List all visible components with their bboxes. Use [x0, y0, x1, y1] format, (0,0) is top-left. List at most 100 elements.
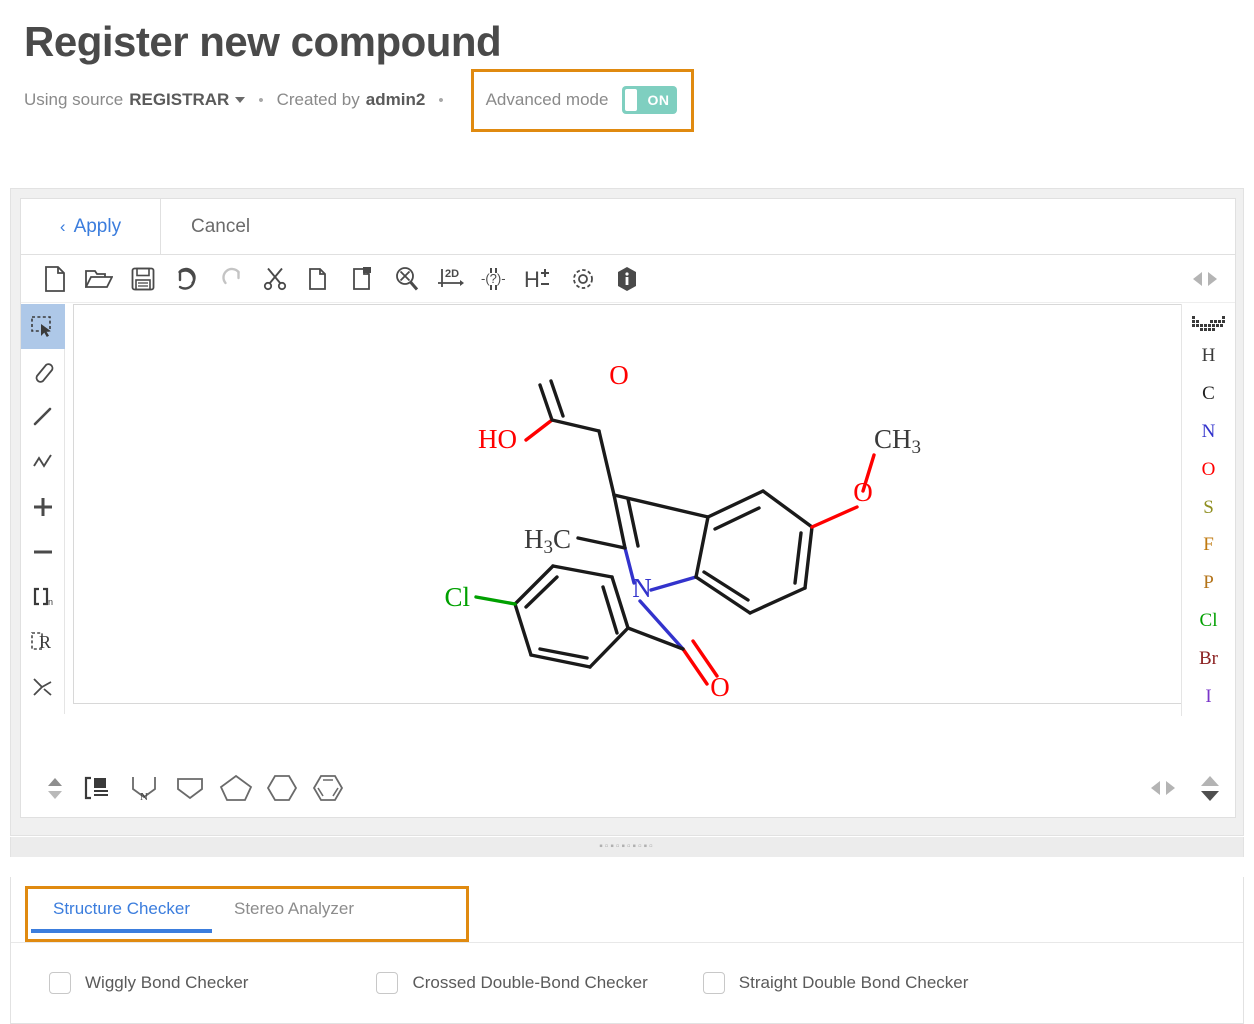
apply-button-label: Apply	[74, 216, 122, 238]
tab-stereo-analyzer[interactable]: Stereo Analyzer	[212, 891, 376, 933]
repeating-unit-tool[interactable]: n	[21, 574, 65, 619]
undo-icon[interactable]	[165, 259, 209, 299]
element-button-cl[interactable]: Cl	[1182, 602, 1236, 640]
scroll-left-arrow-icon[interactable]	[1193, 272, 1202, 286]
cyclohexane-ring-tool[interactable]	[259, 766, 305, 810]
separator-dot-2: •	[438, 92, 443, 109]
clean-2d-icon[interactable]: 2D	[429, 259, 473, 299]
active-tab-indicator	[31, 929, 212, 933]
structure-editor-panel: ‹ Apply Cancel	[10, 188, 1244, 836]
checkbox-label: Straight Double Bond Checker	[739, 973, 969, 993]
atom-label-h3c: H3C	[524, 524, 571, 558]
clean-magnifier-icon[interactable]	[385, 259, 429, 299]
settings-gear-icon[interactable]	[561, 259, 605, 299]
periodic-table-icon[interactable]	[1192, 310, 1226, 337]
chain-tool[interactable]	[21, 439, 65, 484]
resize-grip-dots: ▪▫▪▫▪▫▪▫▪▫	[599, 843, 654, 851]
r-group-tool[interactable]: R	[21, 619, 65, 664]
scroll-up-arrow-icon[interactable]	[1201, 776, 1219, 786]
separator-dot: •	[258, 92, 263, 109]
spinner-down-arrow-icon[interactable]	[48, 791, 62, 799]
element-button-i[interactable]: I	[1182, 678, 1236, 716]
checkbox-label: Wiggly Bond Checker	[85, 973, 248, 993]
molecule-canvas[interactable]: O HO H3C N CH3 O O Cl	[73, 304, 1183, 704]
cyclopentane-ring-tool[interactable]	[213, 766, 259, 810]
editor-action-bar: ‹ Apply Cancel	[21, 199, 1235, 255]
redo-icon[interactable]	[209, 259, 253, 299]
indomethacin-structure: O HO H3C N CH3 O O Cl	[74, 305, 1183, 704]
element-label: P	[1203, 572, 1214, 594]
element-button-f[interactable]: F	[1182, 526, 1236, 564]
element-button-n[interactable]: N	[1182, 413, 1236, 451]
element-label: C	[1202, 383, 1215, 405]
element-label: F	[1203, 534, 1214, 556]
cyclobutane-ring-tool[interactable]	[167, 766, 213, 810]
tab-structure-checker[interactable]: Structure Checker	[31, 891, 212, 933]
vertical-scroll-arrows	[1201, 776, 1219, 801]
advanced-mode-toggle[interactable]: ON	[622, 86, 677, 114]
element-label: N	[1202, 421, 1216, 443]
cut-scissors-icon[interactable]	[253, 259, 297, 299]
pyrrole-ring-tool[interactable]: N	[121, 766, 167, 810]
template-library-icon[interactable]	[75, 766, 121, 810]
save-disk-icon[interactable]	[121, 259, 165, 299]
new-file-icon[interactable]	[33, 259, 77, 299]
atom-label-carbonyl-o: O	[609, 360, 629, 390]
element-button-o[interactable]: O	[1182, 451, 1236, 489]
decrease-charge-tool[interactable]	[21, 529, 65, 574]
paste-icon[interactable]	[341, 259, 385, 299]
apply-button[interactable]: ‹ Apply	[21, 199, 161, 255]
created-by-value: admin2	[366, 90, 426, 110]
scroll-down-arrow-icon[interactable]	[1201, 791, 1219, 801]
element-button-c[interactable]: C	[1182, 375, 1236, 413]
info-icon[interactable]	[605, 259, 649, 299]
scroll-right-arrow-icon[interactable]	[1208, 272, 1217, 286]
checker-tabs: Structure Checker Stereo Analyzer	[31, 891, 376, 933]
cancel-button[interactable]: Cancel	[161, 199, 280, 255]
open-folder-icon[interactable]	[77, 259, 121, 299]
checkbox-icon[interactable]	[376, 972, 398, 994]
add-remove-explicit-icon[interactable]: -(?)-	[473, 259, 517, 299]
advanced-mode-highlight: Advanced mode ON	[471, 69, 695, 132]
template-spinner[interactable]	[35, 778, 75, 799]
element-button-br[interactable]: Br	[1182, 640, 1236, 678]
created-by-label: Created by	[277, 90, 360, 110]
toggle-state-label: ON	[647, 92, 669, 108]
copy-icon[interactable]	[297, 259, 341, 299]
checkbox-straight-double-bond-checker[interactable]: Straight Double Bond Checker	[703, 972, 969, 994]
single-bond-tool[interactable]	[21, 394, 65, 439]
atom-label-n: N	[632, 573, 652, 603]
element-button-s[interactable]: S	[1182, 489, 1236, 527]
tab-label: Stereo Analyzer	[234, 899, 354, 918]
checker-options-row: Wiggly Bond Checker Crossed Double-Bond …	[11, 943, 1243, 1023]
checkbox-wiggly-bond-checker[interactable]: Wiggly Bond Checker	[49, 972, 248, 994]
checkbox-crossed-double-bond-checker[interactable]: Crossed Double-Bond Checker	[376, 972, 647, 994]
scroll-right-arrow-icon[interactable]	[1166, 781, 1175, 795]
editor-toolbar: 2D -(?)- H	[21, 255, 1235, 303]
svg-text:R: R	[39, 632, 51, 652]
benzene-ring-tool[interactable]	[305, 766, 351, 810]
svg-text:N: N	[140, 791, 148, 803]
element-label: Cl	[1200, 610, 1218, 632]
checker-panel: Structure Checker Stereo Analyzer Wiggly…	[10, 877, 1244, 1024]
rectangle-select-tool[interactable]	[21, 304, 65, 349]
chevron-down-icon[interactable]	[235, 97, 245, 103]
scroll-left-arrow-icon[interactable]	[1151, 781, 1160, 795]
element-button-p[interactable]: P	[1182, 564, 1236, 602]
eraser-tool[interactable]	[21, 349, 65, 394]
element-label: S	[1203, 497, 1214, 519]
svg-text:-(?)-: -(?)-	[481, 271, 506, 286]
advanced-mode-label: Advanced mode	[486, 90, 609, 110]
attachment-point-tool[interactable]	[21, 664, 65, 709]
increase-charge-tool[interactable]	[21, 484, 65, 529]
hydrogen-toggle-icon[interactable]: H	[517, 259, 561, 299]
spinner-up-arrow-icon[interactable]	[48, 778, 62, 786]
resize-handle[interactable]: ▪▫▪▫▪▫▪▫▪▫	[10, 837, 1244, 857]
meta-row: Using source REGISTRAR • Created by admi…	[24, 82, 1254, 118]
source-selector[interactable]: REGISTRAR	[129, 90, 229, 110]
checkbox-icon[interactable]	[49, 972, 71, 994]
canvas-scroll-controls	[1151, 776, 1219, 801]
checkbox-icon[interactable]	[703, 972, 725, 994]
element-label: Br	[1199, 648, 1218, 670]
element-button-h[interactable]: H	[1182, 337, 1236, 375]
